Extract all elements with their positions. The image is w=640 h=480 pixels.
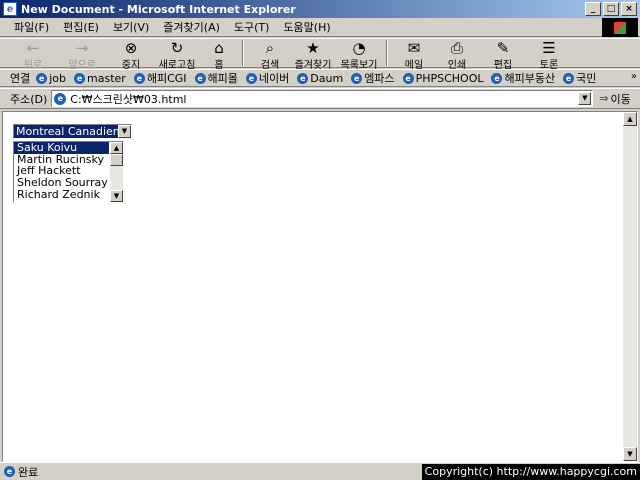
address-value: C:₩스크린샷₩03.html (70, 92, 187, 106)
search-icon: ⌕ (265, 39, 275, 57)
copyright-watermark: Copyright(c) http://www.happycgi.com (421, 464, 640, 480)
list-item[interactable]: Sheldon Sourray (14, 177, 109, 189)
forward-arrow-icon: → (75, 39, 89, 57)
listbox-scrollbar[interactable]: ▲ ▼ (110, 142, 123, 202)
ie-page-icon: e (351, 72, 363, 84)
page-content: Montreal Canadiens ▼ Saku Koivu Martin R… (2, 111, 638, 462)
ie-page-icon: e (245, 72, 257, 84)
links-bar: 연결 e job e master e 해피CGI e 해피몰 e 네이버 e Daum e… (0, 69, 640, 87)
edit-document-icon: ✎ (496, 39, 510, 57)
printer-icon: ⎙ (450, 39, 463, 57)
menu-edit[interactable]: 편집(E) (63, 19, 99, 35)
forward-button[interactable]: → 앞으로 (56, 39, 108, 71)
link-item[interactable]: e 해피몰 (194, 70, 238, 86)
ie-page-icon: e (402, 72, 414, 84)
back-arrow-icon: ← (26, 39, 40, 57)
history-icon: ◔ (352, 39, 366, 57)
select-dropdown-arrow-icon[interactable]: ▼ (118, 125, 131, 138)
menu-favorites[interactable]: 즐겨찾기(A) (163, 19, 220, 35)
refresh-icon: ↻ (170, 39, 184, 57)
ie-page-icon: e (133, 72, 145, 84)
address-dropdown-arrow-icon[interactable]: ▼ (578, 92, 592, 105)
team-select[interactable]: Montreal Canadiens ▼ (13, 124, 132, 139)
scroll-up-arrow-icon[interactable]: ▲ (623, 112, 637, 126)
windows-throbber-icon (602, 18, 638, 37)
edit-button[interactable]: ✎ 편집 (480, 39, 526, 71)
player-listbox[interactable]: Saku Koivu Martin Rucinsky Jeff Hackett … (13, 141, 124, 203)
scroll-down-arrow-icon[interactable]: ▼ (623, 447, 637, 461)
ie-page-icon: e (491, 72, 503, 84)
ie-logo-icon: e (3, 2, 17, 16)
mail-button[interactable]: ✉ 메일 (394, 39, 434, 71)
maximize-button[interactable]: □ (603, 2, 619, 16)
team-select-value: Montreal Canadiens (14, 125, 118, 138)
scroll-down-arrow-icon[interactable]: ▼ (110, 190, 123, 202)
page-scrollbar[interactable]: ▲ ▼ (623, 112, 637, 461)
mail-icon: ✉ (407, 39, 421, 57)
toolbar-separator (242, 40, 244, 66)
favorites-folder-icon: ★ (306, 39, 320, 57)
link-item[interactable]: e 해피CGI (133, 70, 187, 86)
refresh-button[interactable]: ↻ 새로고침 (154, 39, 200, 71)
standard-toolbar: ← 뒤로 → 앞으로 ⊗ 중지 ↻ 새로고침 ⌂ 홈 ⌕ 검색 ★ 즐겨찾기 ◔… (0, 38, 640, 71)
ie-page-icon: e (74, 72, 86, 84)
minimize-button[interactable]: _ (585, 2, 601, 16)
search-button[interactable]: ⌕ 검색 (250, 39, 290, 71)
links-more-chevron-icon[interactable]: » (631, 71, 637, 82)
go-arrow-icon: ⇒ (599, 92, 609, 105)
ie-page-icon: e (36, 72, 48, 84)
back-button[interactable]: ← 뒤로 (10, 39, 56, 71)
link-item[interactable]: e 엠파스 (351, 70, 395, 86)
ie-page-icon: e (4, 466, 15, 477)
window-title: New Document - Microsoft Internet Explor… (21, 2, 296, 16)
link-item[interactable]: e job (36, 72, 66, 85)
favorites-button[interactable]: ★ 즐겨찾기 (290, 39, 336, 71)
list-item[interactable]: Saku Koivu (14, 142, 109, 154)
home-button[interactable]: ⌂ 홈 (200, 39, 238, 71)
link-item[interactable]: e master (74, 72, 126, 85)
scroll-up-arrow-icon[interactable]: ▲ (110, 142, 123, 154)
menu-file[interactable]: 파일(F) (14, 19, 49, 35)
close-button[interactable]: × (621, 2, 637, 16)
status-text: 완료 (18, 465, 39, 479)
go-button[interactable]: ⇒ 이동 (599, 91, 630, 107)
menu-help[interactable]: 도움말(H) (283, 19, 330, 35)
scroll-thumb[interactable] (110, 154, 123, 166)
links-label: 연결 (10, 72, 31, 85)
go-label: 이동 (610, 92, 631, 106)
window-controls: _ □ × (585, 2, 637, 16)
link-item[interactable]: e Daum (297, 72, 343, 85)
menu-bar: 파일(F) 편집(E) 보기(V) 즐겨찾기(A) 도구(T) 도움말(H) (0, 18, 640, 37)
menu-view[interactable]: 보기(V) (113, 19, 149, 35)
home-icon: ⌂ (214, 39, 224, 57)
toolbar-separator (386, 40, 388, 66)
stop-icon: ⊗ (124, 39, 138, 57)
list-item[interactable]: Richard Zednik (14, 189, 109, 201)
link-item[interactable]: e 해피부동산 (491, 70, 555, 86)
ie-page-icon: e (54, 92, 67, 105)
link-item[interactable]: e 네이버 (245, 70, 289, 86)
address-input[interactable]: e C:₩스크린샷₩03.html ▼ (51, 90, 594, 107)
ie-page-icon: e (194, 72, 206, 84)
discuss-button[interactable]: ☰ 토론 (526, 39, 572, 71)
print-button[interactable]: ⎙ 인쇄 (434, 39, 480, 71)
stop-button[interactable]: ⊗ 중지 (108, 39, 154, 71)
title-bar[interactable]: e New Document - Microsoft Internet Expl… (0, 0, 640, 18)
address-label: 주소(D) (10, 92, 48, 106)
link-item[interactable]: e 국민 (563, 70, 596, 86)
history-button[interactable]: ◔ 목록보기 (336, 39, 382, 71)
ie-page-icon: e (297, 72, 309, 84)
link-item[interactable]: e PHPSCHOOL (402, 72, 483, 85)
ie-page-icon: e (563, 72, 575, 84)
address-bar: 주소(D) e C:₩스크린샷₩03.html ▼ ⇒ 이동 (0, 88, 640, 109)
discuss-icon: ☰ (542, 39, 556, 57)
menu-tools[interactable]: 도구(T) (234, 19, 270, 35)
